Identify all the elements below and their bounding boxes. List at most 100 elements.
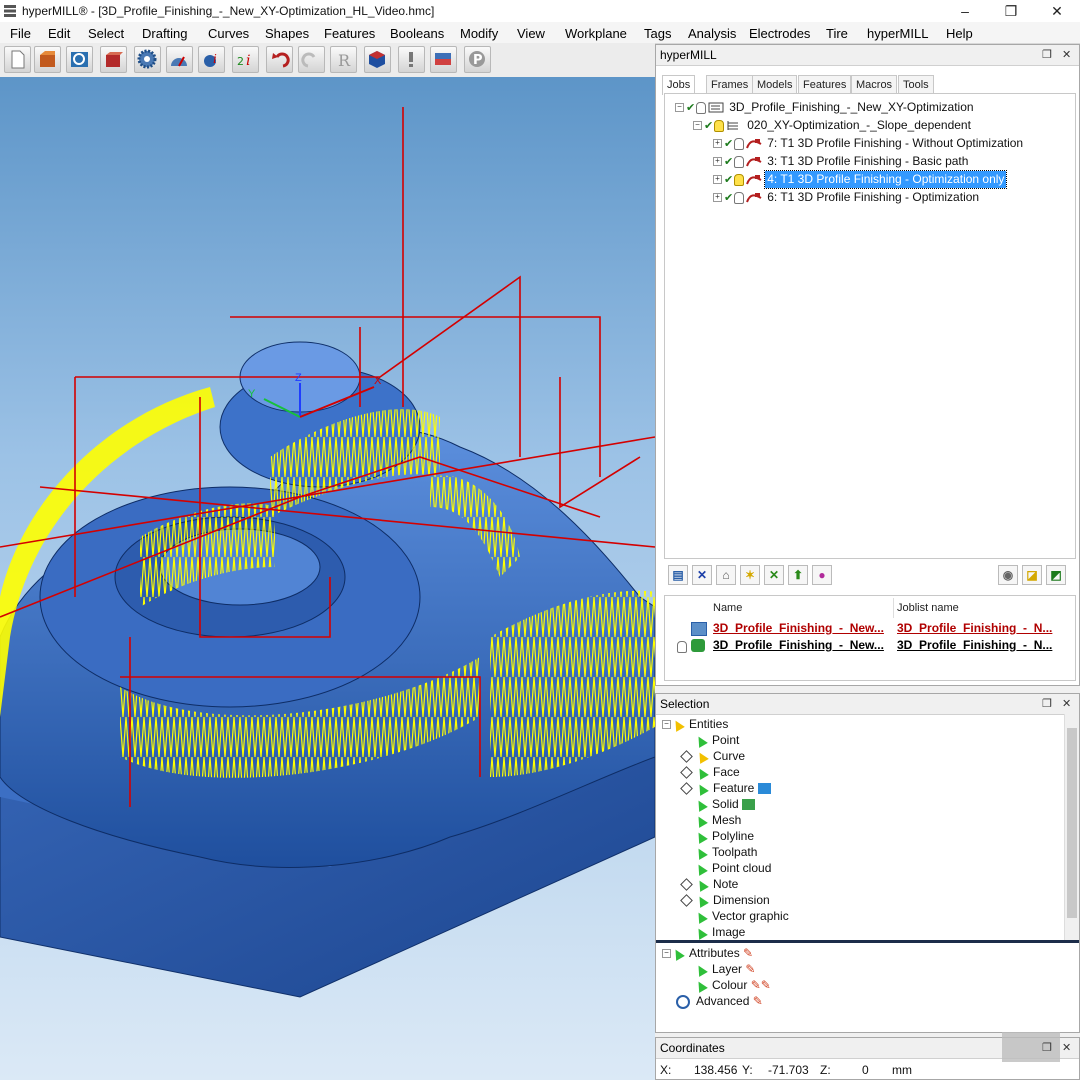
entity-curve[interactable]: Curve [680, 749, 745, 764]
collapse-icon[interactable]: − [662, 949, 671, 959]
menu-features[interactable]: Features [324, 26, 375, 41]
gauge-button[interactable] [166, 46, 193, 73]
menu-curves[interactable]: Curves [208, 26, 249, 41]
entity-polyline[interactable]: Polyline [694, 829, 754, 844]
calculate-icon[interactable]: ✕ [764, 565, 784, 585]
list-row-joblist[interactable]: 3D_Profile_Finishing_-_N... [897, 621, 1052, 635]
column-name[interactable]: Name [713, 602, 742, 614]
dock-icon[interactable]: ❐ [1042, 45, 1052, 65]
job-tree[interactable]: − ✔ 3D_Profile_Finishing_-_New_XY-Optimiza… [664, 93, 1076, 559]
tab-macros[interactable]: Macros [851, 75, 898, 94]
entity-vector-graphic[interactable]: Vector graphic [694, 909, 789, 924]
collapse-icon[interactable]: − [675, 103, 684, 113]
tree-root[interactable]: − ✔ 3D_Profile_Finishing_-_New_XY-Optimiza… [675, 99, 976, 116]
maximize-button[interactable]: ❐ [988, 0, 1034, 22]
tree-job-selected[interactable]: + ✔ 4: T1 3D Profile Finishing - Optimizat… [713, 170, 1008, 189]
tab-tools[interactable]: Tools [898, 75, 934, 94]
info2-button[interactable]: 2i [232, 46, 259, 73]
database-icon[interactable]: ◉ [998, 565, 1018, 585]
list-row-joblist[interactable]: 3D_Profile_Finishing_-_N... [897, 638, 1052, 652]
menu-drafting[interactable]: Drafting [142, 26, 188, 41]
tree-job[interactable]: + ✔ 7: T1 3D Profile Finishing - Without O… [713, 135, 1025, 152]
entity-feature[interactable]: Feature [680, 781, 771, 796]
attribute-layer[interactable]: Layer ✎ [694, 962, 755, 977]
attribute-colour[interactable]: Colour ✎✎ [694, 978, 771, 993]
menu-booleans[interactable]: Booleans [390, 26, 444, 41]
menu-shapes[interactable]: Shapes [265, 26, 309, 41]
entity-toolpath[interactable]: Toolpath [694, 845, 757, 860]
redo-button[interactable] [298, 46, 325, 73]
tree-job[interactable]: + ✔ 6: T1 3D Profile Finishing - Optimizat… [713, 189, 981, 206]
export-icon[interactable]: ⬆ [788, 565, 808, 585]
entity-point[interactable]: Point [694, 733, 739, 748]
list-row-name[interactable]: 3D_Profile_Finishing_-_New... [713, 638, 884, 652]
tab-features[interactable]: Features [798, 75, 852, 94]
menu-electrodes[interactable]: Electrodes [749, 26, 810, 41]
entity-note[interactable]: Note [680, 877, 738, 892]
entity-point-cloud[interactable]: Point cloud [694, 861, 771, 876]
info-button[interactable]: i [198, 46, 225, 73]
menu-help[interactable]: Help [946, 26, 973, 41]
panel-close-icon[interactable]: ✕ [1062, 694, 1071, 714]
edit-chart-icon[interactable]: ◪ [1022, 565, 1042, 585]
new-document-button[interactable] [4, 46, 31, 73]
model-canvas[interactable]: Z Y X [0, 77, 655, 1080]
expand-icon[interactable]: + [713, 139, 722, 149]
open-button[interactable] [34, 46, 61, 73]
menu-hypermill[interactable]: hyperMILL [867, 26, 928, 41]
entity-filter-tree[interactable]: − Entities Point Curve Face Feature Solid… [656, 714, 1079, 940]
solid-button[interactable] [100, 46, 127, 73]
gear-settings-button[interactable] [134, 46, 161, 73]
attribute-filter-tree[interactable]: − Attributes ✎ Layer ✎ Colour ✎✎ Advanced… [656, 944, 1079, 1032]
column-joblist-name[interactable]: Joblist name [897, 602, 959, 614]
menu-modify[interactable]: Modify [460, 26, 498, 41]
entity-solid[interactable]: Solid [694, 797, 756, 812]
simulation-button[interactable] [430, 46, 457, 73]
close-button[interactable]: ✕ [1034, 0, 1080, 22]
tag-icon[interactable]: ⌂ [716, 565, 736, 585]
entity-image[interactable]: Image [694, 925, 745, 940]
menu-tags[interactable]: Tags [644, 26, 671, 41]
tree-job[interactable]: + ✔ 3: T1 3D Profile Finishing - Basic pat… [713, 153, 970, 170]
cad-viewport[interactable]: Z Y X [0, 77, 655, 1080]
dock-icon[interactable]: ❐ [1042, 694, 1052, 714]
new-job-icon[interactable]: ▤ [668, 565, 688, 585]
menu-analysis[interactable]: Analysis [688, 26, 736, 41]
dock-icon[interactable]: ❐ [1042, 1038, 1052, 1058]
expand-icon[interactable]: + [713, 193, 722, 203]
expand-icon[interactable]: + [713, 175, 722, 185]
menu-workplane[interactable]: Workplane [565, 26, 627, 41]
undo-button[interactable] [266, 46, 293, 73]
tab-jobs[interactable]: Jobs [662, 75, 696, 95]
shaded-view-button[interactable] [364, 46, 391, 73]
list-row-name[interactable]: 3D_Profile_Finishing_-_New... [713, 621, 884, 635]
entity-dimension[interactable]: Dimension [680, 893, 770, 908]
entity-scrollbar[interactable] [1064, 714, 1079, 940]
minimize-button[interactable]: – [942, 0, 988, 22]
simulate-icon[interactable]: ● [812, 565, 832, 585]
collapse-icon[interactable]: − [693, 121, 702, 131]
scrollbar-thumb[interactable] [1067, 728, 1077, 918]
menu-select[interactable]: Select [88, 26, 124, 41]
panel-close-icon[interactable]: ✕ [1062, 1038, 1071, 1058]
import-button[interactable] [66, 46, 93, 73]
tab-models[interactable]: Models [752, 75, 798, 94]
graph-icon[interactable]: ◩ [1046, 565, 1066, 585]
advanced-node[interactable]: Advanced ✎ [676, 994, 763, 1009]
splitter[interactable] [656, 940, 1079, 943]
panel-close-icon[interactable]: ✕ [1062, 45, 1071, 65]
warning-button[interactable] [398, 46, 425, 73]
collapse-icon[interactable]: − [662, 720, 671, 730]
tree-joblist[interactable]: − ✔ 020_XY-Optimization_-_Slope_dependent [693, 117, 973, 134]
menu-view[interactable]: View [517, 26, 545, 41]
menu-edit[interactable]: Edit [48, 26, 70, 41]
entities-node[interactable]: − Entities [662, 717, 728, 732]
postprocess-button[interactable]: P [464, 46, 491, 73]
menu-file[interactable]: File [10, 26, 31, 41]
repeat-button[interactable]: R [330, 46, 357, 73]
attributes-node[interactable]: − Attributes ✎ [662, 946, 753, 961]
tab-frames[interactable]: Frames [706, 75, 754, 94]
menu-tire[interactable]: Tire [826, 26, 848, 41]
entity-mesh[interactable]: Mesh [694, 813, 741, 828]
expand-icon[interactable]: + [713, 157, 722, 167]
